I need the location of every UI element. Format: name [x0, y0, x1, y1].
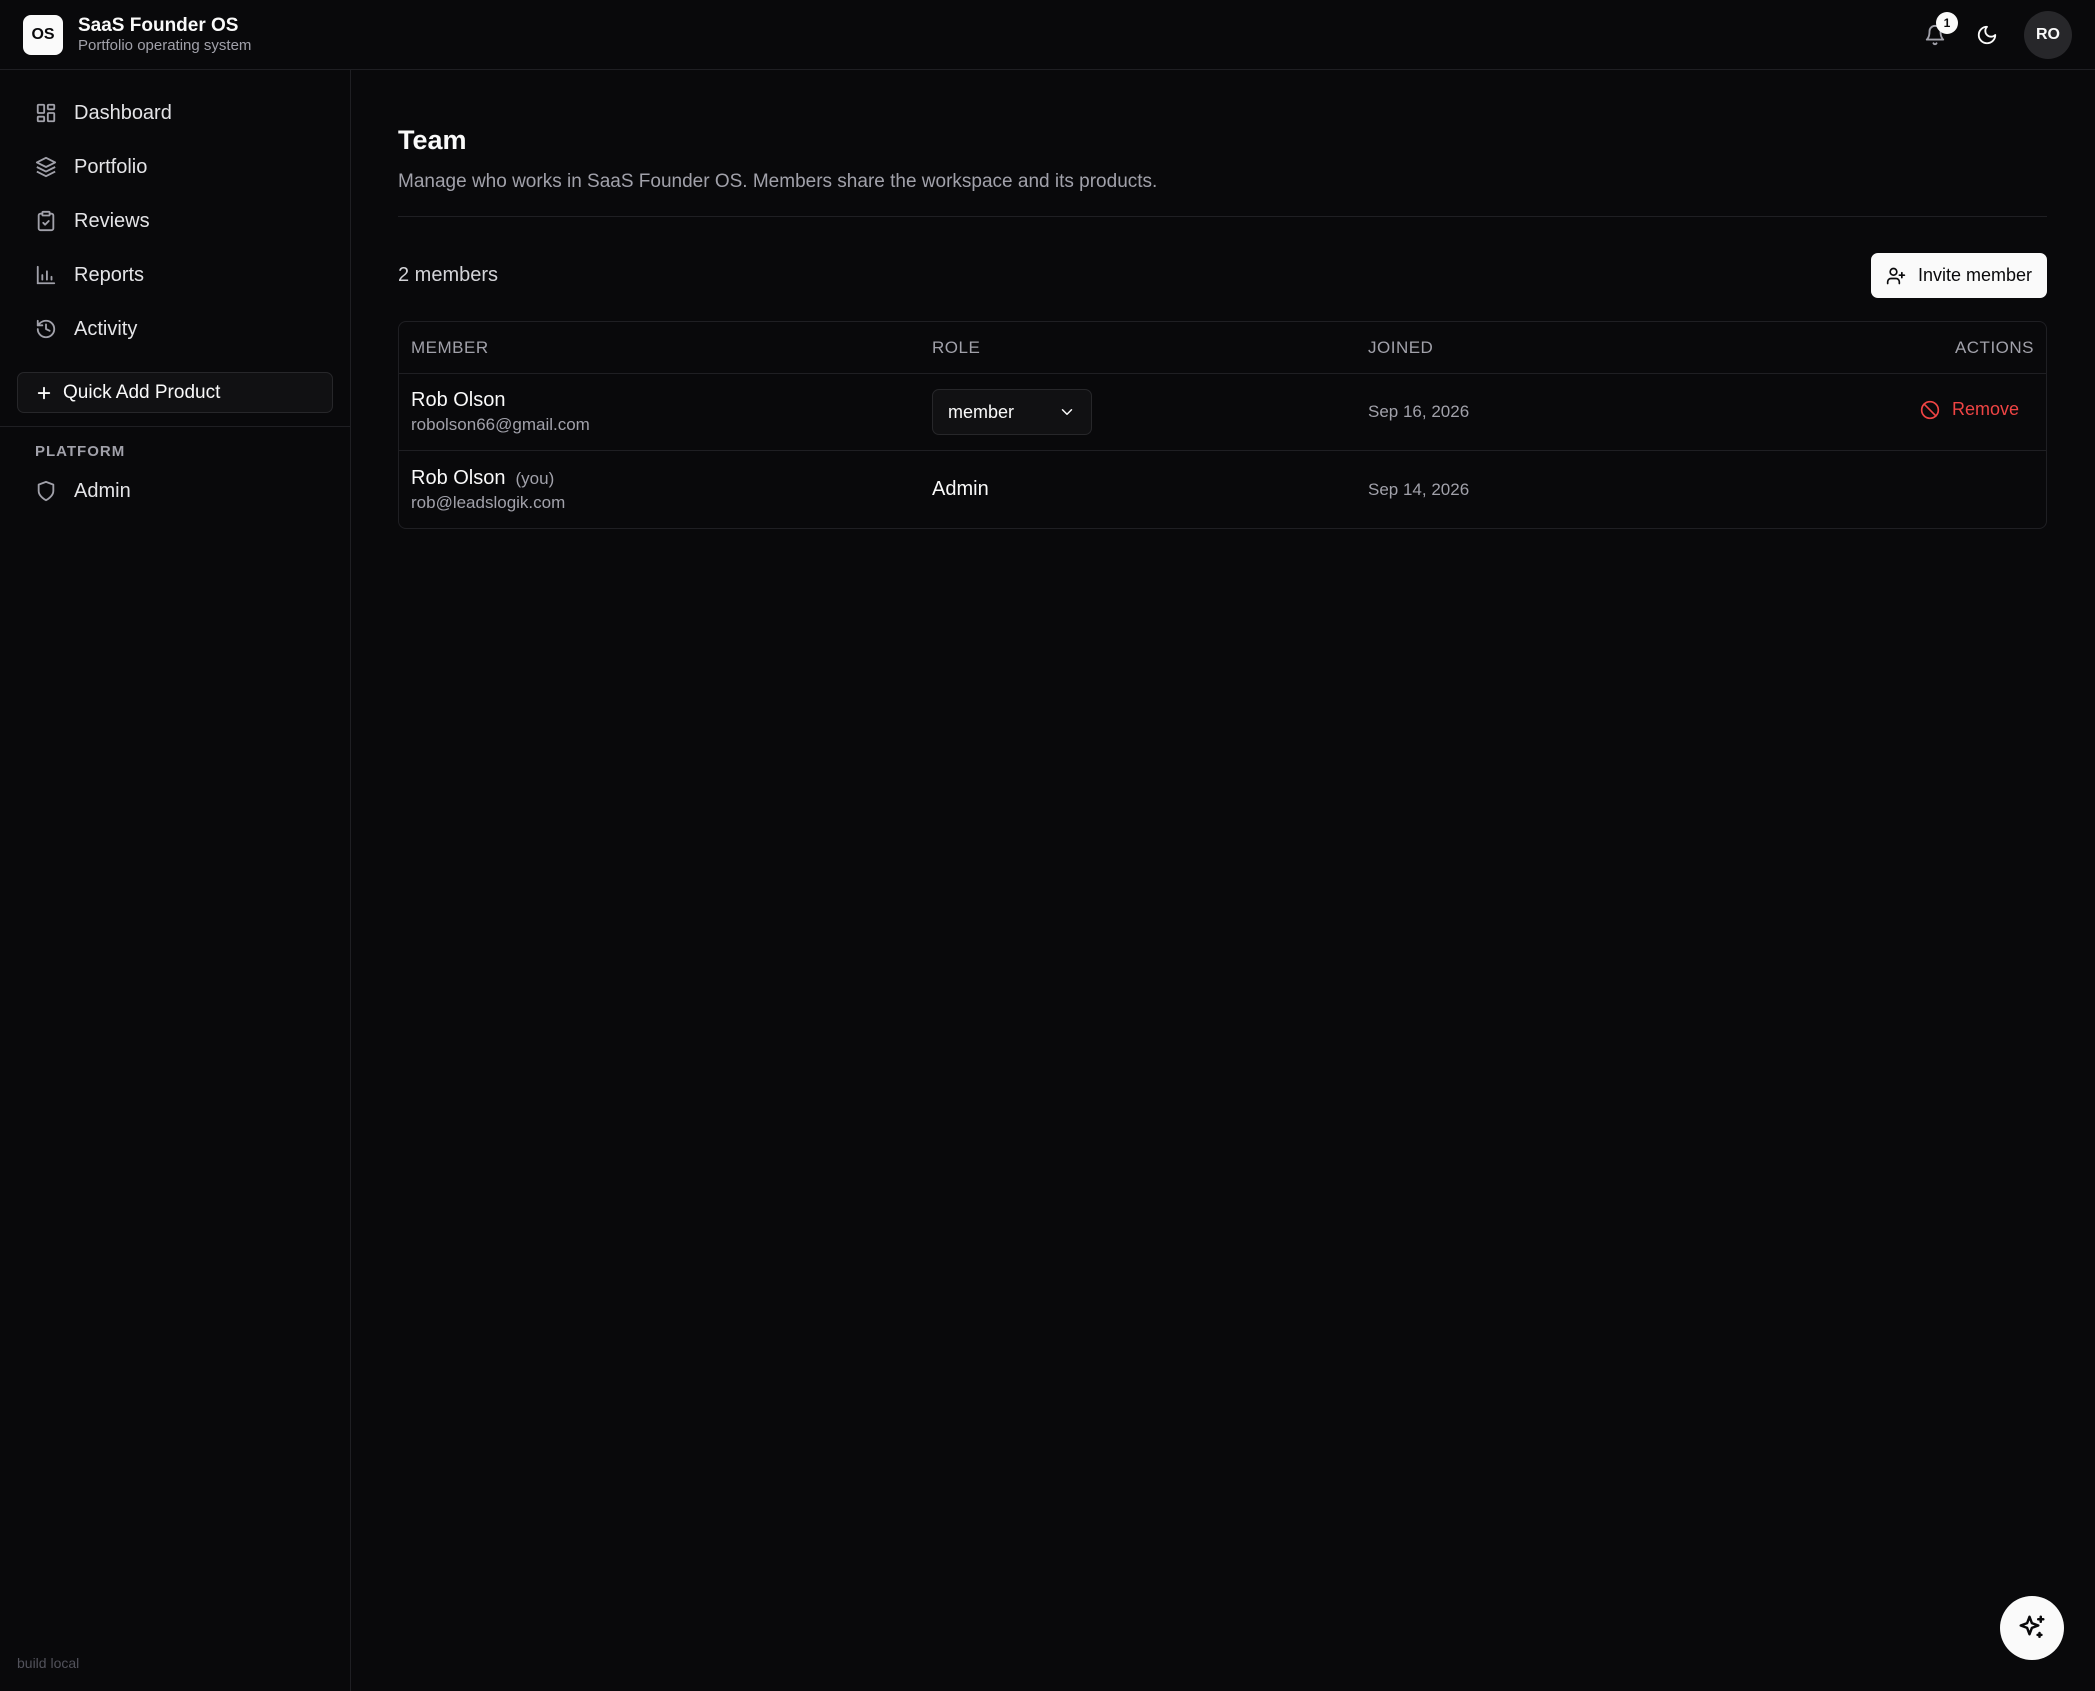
role-cell: member	[920, 374, 1356, 451]
sidebar-divider	[0, 426, 350, 427]
member-email: robolson66@gmail.com	[411, 415, 590, 434]
sidebar-item-reports[interactable]: Reports	[0, 248, 350, 302]
bar-chart-icon	[36, 265, 56, 285]
ban-icon	[1920, 400, 1940, 419]
user-avatar[interactable]: RO	[2024, 11, 2072, 59]
column-header-member: MEMBER	[399, 322, 920, 374]
page-title: Team	[398, 125, 467, 155]
app-logo[interactable]: OS	[23, 14, 63, 55]
actions-cell: Remove	[1706, 374, 2046, 451]
sidebar-item-dashboard[interactable]: Dashboard	[0, 86, 350, 140]
sidebar-item-label: Reviews	[74, 209, 150, 232]
clipboard-check-icon	[37, 210, 55, 232]
role-select-value: member	[948, 401, 1015, 422]
table-row: Rob Olson (you) rob@leadslogik.com Admin …	[399, 451, 2046, 528]
app-subtitle: Portfolio operating system	[78, 36, 252, 54]
role-cell: Admin	[920, 451, 1356, 528]
member-count: 2 members	[398, 264, 499, 286]
member-name: Rob Olson	[411, 389, 506, 411]
theme-toggle-button[interactable]	[1972, 20, 2002, 50]
app-name: SaaS Founder OS	[78, 14, 239, 36]
plus-icon	[37, 386, 51, 399]
joined-cell: Sep 16, 2026	[1356, 374, 1706, 451]
column-header-actions: ACTIONS	[1706, 322, 2046, 374]
member-name-line: Rob Olson (you)	[411, 467, 908, 490]
sidebar-section-platform: PLATFORM	[35, 443, 126, 460]
shield-icon	[37, 480, 55, 502]
joined-date: Sep 16, 2026	[1368, 402, 1470, 421]
members-toolbar: 2 members Invite member	[398, 253, 2047, 298]
remove-member-button[interactable]: Remove	[1920, 399, 2019, 420]
joined-date: Sep 14, 2026	[1368, 479, 1470, 499]
column-header-role: ROLE	[920, 322, 1356, 374]
role-value: Admin	[932, 478, 989, 500]
sidebar-item-label: Reports	[74, 263, 145, 286]
members-table: MEMBER ROLE JOINED ACTIONS Rob Olson rob…	[398, 321, 2047, 529]
sidebar-item-admin[interactable]: Admin	[0, 464, 350, 518]
app-root: OS SaaS Founder OS Portfolio operating s…	[0, 0, 2095, 1691]
content-divider	[398, 216, 2047, 217]
main-content: Team Manage who works in SaaS Founder OS…	[398, 70, 2047, 529]
user-plus-icon	[1886, 267, 1906, 284]
actions-cell	[1706, 451, 2046, 528]
sidebar: Dashboard Portfolio Reviews Reports Acti…	[0, 70, 351, 1691]
sidebar-item-label: Dashboard	[74, 101, 172, 124]
member-name: Rob Olson	[411, 466, 506, 489]
dashboard-icon	[36, 103, 56, 123]
table-row: Rob Olson robolson66@gmail.com member Se…	[399, 374, 2046, 451]
invite-member-label: Invite member	[1917, 265, 2032, 285]
member-email: rob@leadslogik.com	[411, 492, 566, 512]
ai-assistant-button[interactable]	[2000, 1596, 2064, 1660]
role-select[interactable]: member	[932, 389, 1092, 435]
member-name-line: Rob Olson	[411, 389, 908, 412]
history-icon	[36, 319, 56, 339]
table-header-row: MEMBER ROLE JOINED ACTIONS	[399, 322, 2046, 374]
member-cell: Rob Olson (you) rob@leadslogik.com	[399, 451, 920, 528]
quick-add-label: Quick Add Product	[63, 381, 221, 403]
sparkles-icon	[2019, 1615, 2045, 1638]
remove-label: Remove	[1951, 399, 2019, 420]
sidebar-item-reviews[interactable]: Reviews	[0, 194, 350, 248]
top-header: OS SaaS Founder OS Portfolio operating s…	[0, 0, 2095, 70]
you-tag: (you)	[515, 468, 555, 488]
invite-member-button[interactable]: Invite member	[1870, 253, 2047, 298]
notification-badge: 1	[1936, 12, 1958, 34]
build-label: build local	[17, 1655, 80, 1671]
sidebar-item-label: Portfolio	[74, 155, 148, 178]
notifications-button[interactable]: 1	[1920, 12, 1958, 50]
moon-icon	[1977, 25, 1997, 45]
chevron-down-icon	[1061, 409, 1073, 415]
joined-cell: Sep 14, 2026	[1356, 451, 1706, 528]
sidebar-item-portfolio[interactable]: Portfolio	[0, 140, 350, 194]
column-header-joined: JOINED	[1356, 322, 1706, 374]
sidebar-item-activity[interactable]: Activity	[0, 302, 350, 356]
member-cell: Rob Olson robolson66@gmail.com	[399, 374, 920, 451]
sidebar-nav: Dashboard Portfolio Reviews Reports Acti…	[0, 70, 350, 356]
brand: SaaS Founder OS Portfolio operating syst…	[78, 15, 251, 55]
sidebar-item-label: Activity	[74, 317, 138, 340]
quick-add-product-button[interactable]: Quick Add Product	[17, 372, 333, 413]
page-description: Manage who works in SaaS Founder OS. Mem…	[398, 171, 1158, 192]
layers-icon	[35, 156, 57, 178]
header-actions: 1 RO	[1920, 0, 2072, 70]
sidebar-item-label: Admin	[74, 479, 131, 502]
